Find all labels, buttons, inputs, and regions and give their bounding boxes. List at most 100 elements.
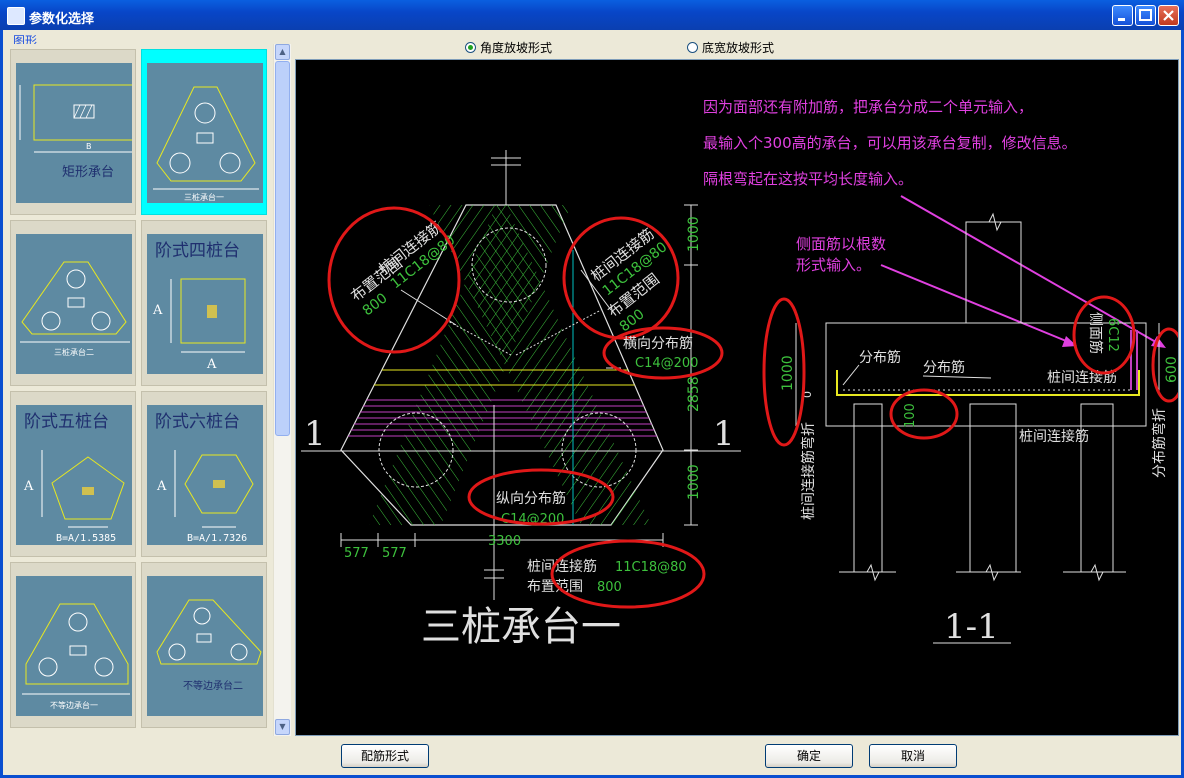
thumb-label: 阶式五桩台 bbox=[24, 412, 109, 432]
highlight-ellipse bbox=[889, 388, 959, 440]
bottom-range-value: 800 bbox=[597, 580, 622, 595]
section-hundred: 100 bbox=[903, 403, 918, 428]
thumb-image: 阶式四桩台 A A bbox=[147, 234, 263, 374]
dim-label: A bbox=[156, 479, 167, 494]
three-pile-1-drawing: 三桩承台一 bbox=[153, 86, 259, 202]
close-icon bbox=[1163, 10, 1174, 21]
thumb-image: 阶式五桩台 A B=A/1.5385 bbox=[16, 405, 132, 545]
thumbnail-scrollbar[interactable]: ▲ ▼ bbox=[273, 44, 291, 736]
dim-seg2: 577 bbox=[382, 546, 407, 561]
thumb-three-pile-cap-2[interactable]: 三桩承台二 bbox=[10, 220, 136, 386]
note-1: 因为面部还有附加筋，把承台分成二个单元输入， bbox=[703, 98, 1033, 116]
radio-angle-slope[interactable]: 角度放坡形式 bbox=[465, 39, 552, 56]
thumb-image: 不等边承台一 bbox=[16, 576, 132, 716]
plan-title: 三桩承台一 bbox=[421, 604, 621, 650]
cancel-button[interactable]: 取消 bbox=[869, 744, 957, 768]
thumb-image: 三桩承台二 bbox=[16, 234, 132, 374]
section-right-vertical: 分布筋弯折 bbox=[1151, 408, 1168, 478]
thumb-label: 不等边承台一 bbox=[50, 700, 98, 710]
minimize-icon bbox=[1118, 18, 1125, 21]
unequal-2-drawing: 不等边承台二 bbox=[156, 599, 262, 692]
thumb-label: 不等边承台二 bbox=[183, 679, 243, 692]
section-mark-left: 1 bbox=[304, 414, 326, 454]
section-tie-bottom: 桩间连接筋 bbox=[1019, 428, 1089, 445]
maximize-button[interactable] bbox=[1135, 5, 1156, 26]
thumbnail-list: B 矩形承台 三桩承台一 三桩承台二 阶式四桩台 A A 阶式五桩台 A B=A… bbox=[7, 44, 272, 736]
thumb-three-pile-cap-1[interactable]: 三桩承台一 bbox=[141, 49, 267, 215]
minimize-button[interactable] bbox=[1112, 5, 1133, 26]
rect-dim-label: B bbox=[86, 142, 92, 151]
thumb-image: B 矩形承台 bbox=[16, 63, 132, 203]
thumb-label: 阶式四桩台 bbox=[155, 241, 240, 261]
thumb-stepped-five-pile[interactable]: 阶式五桩台 A B=A/1.5385 bbox=[10, 391, 136, 557]
thumb-stepped-four-pile[interactable]: 阶式四桩台 A A bbox=[141, 220, 267, 386]
dim-label: A bbox=[23, 479, 34, 494]
maximize-icon bbox=[1139, 9, 1152, 21]
five-pile-drawing: 阶式五桩台 A B=A/1.5385 bbox=[23, 412, 125, 544]
section-pile-mid bbox=[969, 403, 1017, 573]
longitudinal-label: 纵向分布筋 bbox=[496, 490, 566, 507]
thumb-label: 矩形承台 bbox=[62, 165, 114, 180]
dim-top: 1000 bbox=[686, 216, 702, 252]
section-mark-right: 1 bbox=[713, 414, 735, 454]
formula-label: B=A/1.5385 bbox=[56, 533, 116, 544]
thumb-image: 不等边承台二 bbox=[147, 576, 263, 716]
side-note-1: 侧面筋以根数 bbox=[796, 235, 886, 253]
distribution-bars bbox=[341, 369, 663, 437]
dim-width: 3300 bbox=[488, 534, 521, 549]
transverse-label: 横向分布筋 bbox=[623, 335, 693, 352]
scroll-up-icon[interactable]: ▲ bbox=[275, 44, 290, 60]
thumb-image: 阶式六桩台 A B=A/1.7326 bbox=[147, 405, 263, 545]
title-bar: 参数化选择 bbox=[0, 0, 1184, 30]
ok-button[interactable]: 确定 bbox=[765, 744, 853, 768]
thumb-unequal-cap-1[interactable]: 不等边承台一 bbox=[10, 562, 136, 728]
section-title: 1-1 bbox=[944, 607, 999, 647]
section-pile-left bbox=[853, 403, 883, 573]
side-note-2: 形式输入。 bbox=[796, 256, 871, 274]
thumb-label: 三桩承台二 bbox=[54, 347, 94, 357]
button-bar: 配筋形式 确定 取消 bbox=[0, 738, 1184, 778]
thumb-rect-cap[interactable]: B 矩形承台 bbox=[10, 49, 136, 215]
left-range-label: 布置范围 800 bbox=[347, 254, 405, 319]
section-dist-2: 分布筋 bbox=[923, 359, 965, 376]
dim-mid: 2858 bbox=[686, 376, 702, 412]
close-button[interactable] bbox=[1158, 5, 1179, 26]
scroll-thumb[interactable] bbox=[275, 61, 290, 436]
window-title: 参数化选择 bbox=[29, 12, 95, 27]
unequal-1-drawing: 不等边承台一 bbox=[22, 603, 130, 710]
thumb-label: 阶式六桩台 bbox=[155, 412, 240, 432]
section-height: 1000 bbox=[780, 355, 796, 391]
app-icon bbox=[7, 7, 25, 25]
radio-checked-icon bbox=[465, 42, 476, 53]
radio-bottom-width-slope[interactable]: 底宽放坡形式 bbox=[687, 39, 774, 56]
formula-label: B=A/1.7326 bbox=[187, 533, 247, 544]
bottom-rebar-spec: 11C18@80 bbox=[615, 560, 687, 575]
note-3: 隔根弯起在这按平均长度输入。 bbox=[703, 170, 913, 188]
dim-label: A bbox=[152, 303, 163, 318]
radio-unchecked-icon bbox=[687, 42, 698, 53]
bottom-rebar-label: 桩间连接筋 bbox=[527, 558, 597, 575]
thumb-unequal-cap-2[interactable]: 不等边承台二 bbox=[141, 562, 267, 728]
rebar-form-button[interactable]: 配筋形式 bbox=[341, 744, 429, 768]
four-pile-drawing: 阶式四桩台 A A bbox=[152, 241, 246, 372]
three-pile-2-drawing: 三桩承台二 bbox=[20, 261, 130, 357]
section-side-bar: 侧面筋 bbox=[1087, 312, 1104, 354]
transverse-spec: C14@200 bbox=[635, 356, 698, 371]
highlight-ellipse bbox=[1072, 295, 1136, 375]
dim-seg1: 577 bbox=[344, 546, 369, 561]
cap-drawing: 1 1 1000 2858 1000 577 577 3300 桩间连接筋 11… bbox=[301, 98, 1178, 650]
rect-cap-drawing: B 矩形承台 bbox=[19, 84, 132, 180]
thumb-image: 三桩承台一 bbox=[147, 63, 263, 203]
dim-label: A bbox=[206, 357, 217, 372]
radio-label: 底宽放坡形式 bbox=[702, 41, 775, 55]
radio-label: 角度放坡形式 bbox=[480, 41, 553, 55]
scroll-down-icon[interactable]: ▼ bbox=[275, 719, 290, 735]
section-side-height: 600 bbox=[1164, 356, 1178, 383]
six-pile-drawing: 阶式六桩台 A B=A/1.7326 bbox=[155, 412, 254, 544]
dim-bottom: 1000 bbox=[686, 464, 702, 500]
drawing-canvas: 1 1 1000 2858 1000 577 577 3300 桩间连接筋 11… bbox=[295, 59, 1179, 736]
thumb-stepped-six-pile[interactable]: 阶式六桩台 A B=A/1.7326 bbox=[141, 391, 267, 557]
thumb-label: 三桩承台一 bbox=[184, 192, 224, 202]
slope-option-bar: 角度放坡形式 底宽放坡形式 bbox=[295, 33, 1179, 59]
section-left-vertical: 桩间连接筋弯折 bbox=[800, 422, 817, 520]
